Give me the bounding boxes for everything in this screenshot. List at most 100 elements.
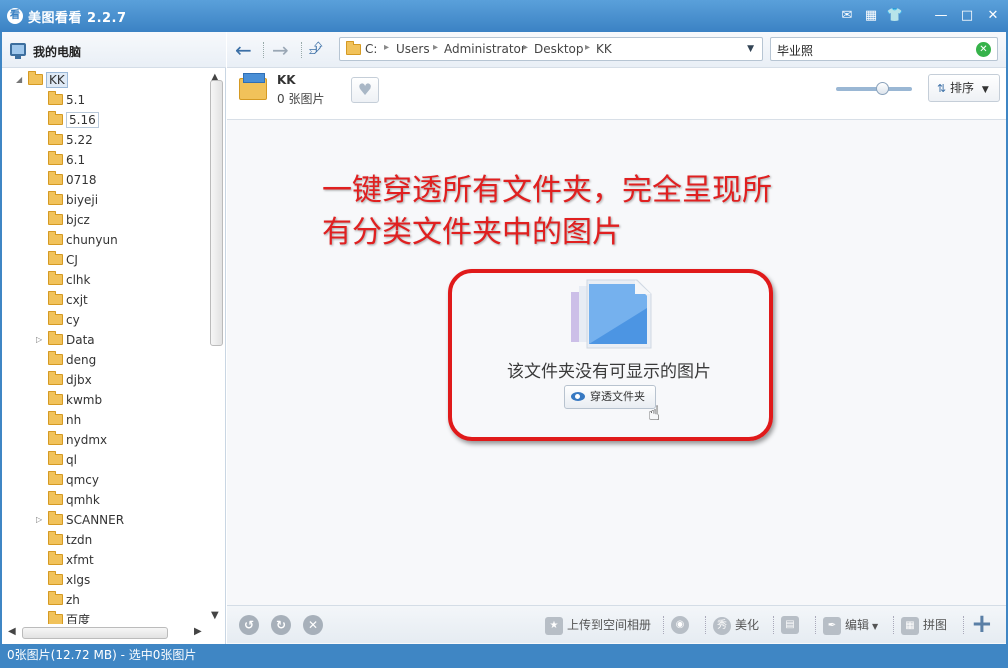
slider-knob[interactable]	[876, 82, 889, 95]
clear-search-icon[interactable]: ✕	[976, 42, 991, 57]
tree-item[interactable]: kwmb	[48, 390, 102, 410]
empty-images-icon	[571, 279, 652, 349]
rotate-left-icon[interactable]: ↺	[239, 615, 259, 635]
tree-item[interactable]: chunyun	[48, 230, 118, 250]
expand-arrow-icon[interactable]: ▷	[36, 510, 42, 530]
minimize-button[interactable]: —	[932, 7, 950, 25]
weibo-share-button[interactable]: ◉	[671, 616, 693, 634]
breadcrumb-kk[interactable]: KK	[596, 42, 612, 56]
folder-image-count: 0 张图片	[277, 92, 325, 106]
feedback-icon[interactable]: ✉	[838, 7, 856, 25]
vertical-scrollbar[interactable]: ▲ ▼	[208, 70, 225, 624]
tree-item[interactable]: 5.16	[48, 110, 99, 130]
slideshow-button[interactable]: ▤	[781, 616, 803, 634]
scroll-thumb[interactable]	[210, 80, 223, 346]
breadcrumb-separator-icon[interactable]: ▸	[433, 42, 438, 53]
folder-icon	[48, 131, 63, 145]
tree-item[interactable]: xlgs	[48, 570, 90, 590]
tree-item[interactable]: cxjt	[48, 290, 88, 310]
breadcrumb-separator-icon[interactable]: ▸	[585, 42, 590, 53]
breadcrumb-users[interactable]: Users	[396, 42, 430, 56]
slideshow-icon: ▤	[781, 616, 799, 634]
sort-button[interactable]: ⇅ 排序 ▼	[928, 74, 1000, 102]
collage-button[interactable]: ▦ 拼图	[901, 616, 947, 635]
upload-album-button[interactable]: ★ 上传到空间相册	[545, 616, 651, 635]
collapse-arrow-icon[interactable]: ◢	[16, 70, 22, 90]
tree-item-label: cy	[66, 313, 80, 327]
forward-arrow-icon[interactable]: →	[272, 38, 289, 62]
breadcrumb-separator-icon[interactable]: ▸	[523, 42, 528, 53]
tree-item-label: qmhk	[66, 493, 100, 507]
tree-item[interactable]: xfmt	[48, 550, 94, 570]
up-folder-icon[interactable]: ⮵	[309, 38, 323, 59]
edit-icon: ✒	[823, 616, 841, 635]
menu-icon[interactable]: ▦	[862, 7, 880, 25]
tree-item[interactable]: 6.1	[48, 150, 85, 170]
tree-item[interactable]: cy	[48, 310, 80, 330]
tree-item[interactable]: 百度	[48, 610, 90, 624]
search-input[interactable]: 毕业照	[777, 42, 813, 59]
close-button[interactable]: ✕	[984, 7, 1002, 25]
tree-item[interactable]: ▷ SCANNER	[36, 510, 125, 530]
scroll-right-icon[interactable]: ▶	[194, 626, 202, 637]
breadcrumb-administrator[interactable]: Administrator	[444, 42, 526, 56]
scroll-left-icon[interactable]: ◀	[8, 626, 16, 637]
sort-label: 排序	[950, 81, 975, 95]
main-frame: 我的电脑 ◢ KK 5.1 5.16 5.22 6.1 0718 biyeji bjcz chun…	[2, 32, 1006, 644]
penetrate-folders-button[interactable]: 穿透文件夹	[564, 385, 656, 409]
tree-item[interactable]: ql	[48, 450, 77, 470]
tree-item-label: ql	[66, 453, 77, 467]
tree-item[interactable]: clhk	[48, 270, 91, 290]
tree-item[interactable]: ◢ KK	[16, 70, 68, 90]
tree-item[interactable]: nydmx	[48, 430, 107, 450]
tree-item[interactable]: qmcy	[48, 470, 99, 490]
tree-item-label: xlgs	[66, 573, 91, 587]
breadcrumb-desktop[interactable]: Desktop	[534, 42, 584, 56]
toolbar-divider	[705, 616, 706, 634]
rotate-right-icon[interactable]: ↻	[271, 615, 291, 635]
folder-tree: ◢ KK 5.1 5.16 5.22 6.1 0718 biyeji bjcz chunyun CJ…	[2, 70, 208, 624]
folder-icon	[48, 591, 63, 605]
tree-item-label: SCANNER	[66, 513, 125, 527]
address-bar[interactable]: C: ▸ Users ▸ Administrator ▸ Desktop ▸ K…	[339, 37, 763, 61]
expand-arrow-icon[interactable]: ▷	[36, 330, 42, 350]
tree-item-label: Data	[66, 333, 95, 347]
tree-item[interactable]: tzdn	[48, 530, 92, 550]
tree-item[interactable]: deng	[48, 350, 96, 370]
thumbnail-size-slider[interactable]	[836, 82, 912, 95]
tree-item[interactable]: 5.22	[48, 130, 93, 150]
tree-item[interactable]: 5.1	[48, 90, 85, 110]
folder-icon	[48, 211, 63, 225]
tree-item[interactable]: djbx	[48, 370, 92, 390]
hand-cursor-icon: ☝	[648, 401, 661, 425]
skin-icon[interactable]: 👕	[886, 7, 904, 25]
breadcrumb-separator-icon[interactable]: ▸	[384, 42, 389, 53]
tree-item[interactable]: 0718	[48, 170, 97, 190]
tree-item[interactable]: CJ	[48, 250, 78, 270]
tree-item[interactable]: nh	[48, 410, 81, 430]
folder-name: KK	[277, 73, 296, 87]
beautify-button[interactable]: 秀美化	[713, 616, 759, 635]
edit-button[interactable]: ✒ 编辑 ▼	[823, 616, 878, 635]
tree-item-label: chunyun	[66, 233, 118, 247]
tree-item-label: biyeji	[66, 193, 99, 207]
upload-star-icon: ★	[545, 616, 563, 635]
delete-icon[interactable]: ✕	[303, 615, 323, 635]
tree-item[interactable]: ▷ Data	[36, 330, 95, 350]
beautify-label: 美化	[735, 618, 760, 632]
scroll-down-icon[interactable]: ▼	[211, 610, 219, 621]
tree-item[interactable]: biyeji	[48, 190, 98, 210]
search-box[interactable]: 毕业照 ✕	[770, 37, 998, 61]
breadcrumb-drive[interactable]: C:	[365, 42, 377, 56]
horizontal-scrollbar[interactable]: ◀ ▶	[2, 624, 208, 642]
plus-icon[interactable]: +	[971, 609, 993, 639]
tree-item-label: 5.16	[66, 112, 99, 128]
favorite-heart-icon[interactable]: ♥	[351, 77, 379, 103]
tree-item[interactable]: zh	[48, 590, 80, 610]
maximize-button[interactable]: □	[958, 7, 976, 25]
tree-item[interactable]: qmhk	[48, 490, 100, 510]
hscroll-thumb[interactable]	[22, 627, 168, 639]
tree-item[interactable]: bjcz	[48, 210, 90, 230]
chevron-down-icon[interactable]: ▼	[747, 44, 754, 54]
back-arrow-icon[interactable]: ←	[235, 38, 252, 62]
